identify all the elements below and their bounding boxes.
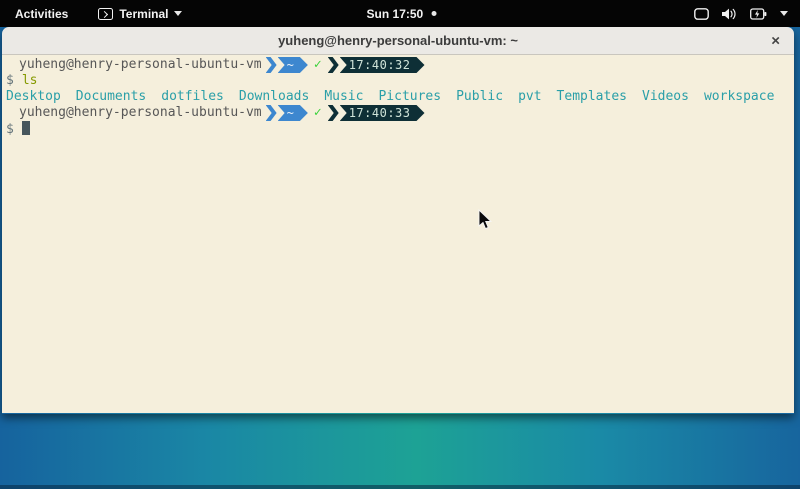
top-bar: Activities Terminal Sun 17:50 [0,0,800,27]
notification-dot [431,11,436,16]
prompt-status-check-icon: ✓ [314,105,322,121]
system-tray[interactable] [690,0,792,27]
clock-label: Sun 17:50 [367,7,424,21]
file-entry: Pictures [378,89,441,104]
prompt-user: yuheng@henry-personal-ubuntu-vm [19,57,262,73]
path-badge: ~ [278,105,308,121]
file-entry: Templates [557,89,627,104]
file-entry: workspace [704,89,774,104]
cursor-block [22,121,30,135]
powerline-chevron-icon [328,105,339,121]
file-entry: dotfiles [161,89,224,104]
chevron-down-icon [174,11,182,16]
app-menu-label: Terminal [119,7,168,21]
prompt-status-check-icon: ✓ [314,57,322,73]
command-line: $ ls [6,73,794,89]
prompt-line-2: yuheng@henry-personal-ubuntu-vm ~ ✓ 17:4… [6,105,794,121]
powerline-chevron-icon [266,105,277,121]
activities-button[interactable]: Activities [11,5,72,23]
terminal-app-icon [98,8,113,20]
desktop-background: { "top_bar": { "activities_label": "Acti… [0,0,800,489]
powerline-chevron-icon [266,57,277,73]
tray-chevron-icon [780,11,788,16]
time-badge: 17:40:32 [340,57,425,73]
clock[interactable]: Sun 17:50 [367,7,437,21]
terminal-content[interactable]: yuheng@henry-personal-ubuntu-vm ~ ✓ 17:4… [2,55,794,413]
file-entry: Desktop [6,89,61,104]
path-badge: ~ [278,57,308,73]
close-button[interactable]: × [771,33,780,48]
titlebar[interactable]: yuheng@henry-personal-ubuntu-vm: ~ × [2,27,794,55]
app-menu[interactable]: Terminal [98,7,182,21]
command-text: ls [22,73,38,88]
input-line[interactable]: $ [6,121,794,137]
terminal-window: yuheng@henry-personal-ubuntu-vm: ~ × yuh… [2,27,794,414]
battery-icon [750,8,767,20]
prompt-user: yuheng@henry-personal-ubuntu-vm [19,105,262,121]
prompt-symbol: $ [6,73,14,88]
file-entry: Documents [76,89,146,104]
prompt-symbol: $ [6,122,14,137]
powerline-chevron-icon [328,57,339,73]
file-entry: Downloads [239,89,309,104]
ls-output: Desktop Documents dotfiles Downloads Music Pi… [6,89,794,105]
screencast-icon [694,8,709,20]
file-entry: Public [456,89,503,104]
file-entry: Music [324,89,363,104]
desktop-bottom-strip [0,485,800,489]
prompt-line-1: yuheng@henry-personal-ubuntu-vm ~ ✓ 17:4… [6,57,794,73]
mouse-cursor [478,209,493,230]
file-entry: Videos [642,89,689,104]
window-title: yuheng@henry-personal-ubuntu-vm: ~ [278,33,518,48]
time-badge: 17:40:33 [340,105,425,121]
volume-icon [722,8,737,20]
file-entry: pvt [518,89,541,104]
